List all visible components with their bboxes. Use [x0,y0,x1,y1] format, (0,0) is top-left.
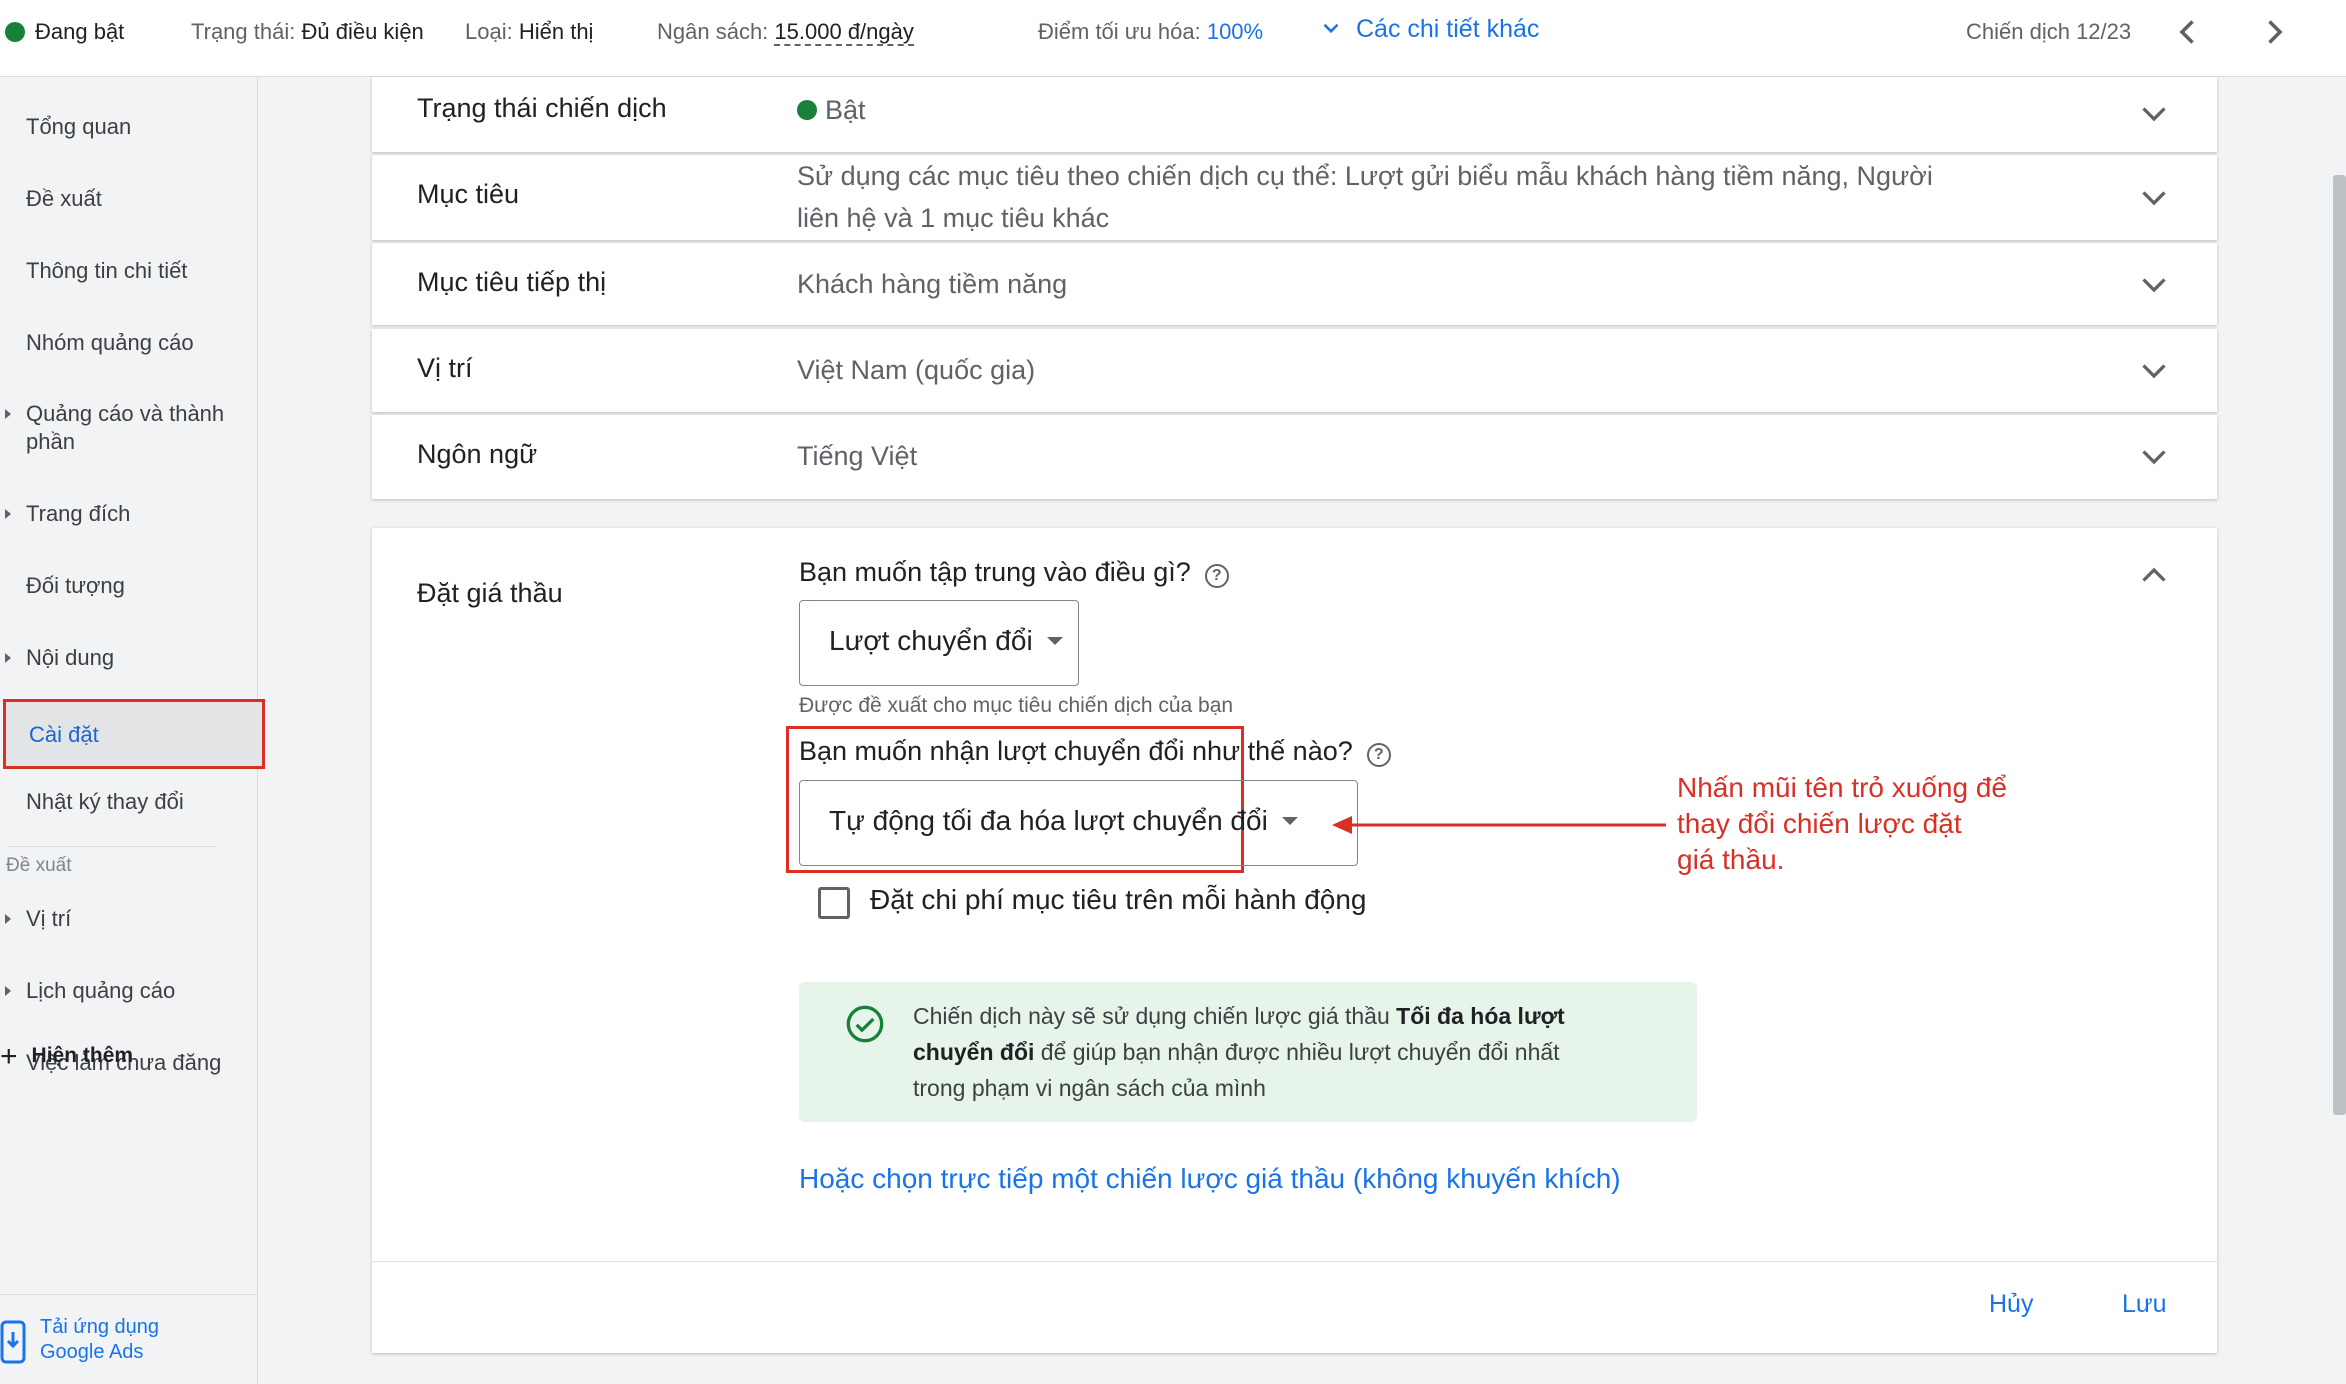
sidebar-divider [8,846,216,847]
sidebar-item-content[interactable]: Nội dung [5,644,246,672]
eligibility-status: Trạng thái: Đủ điều kiện [191,19,424,44]
check-circle-icon [846,1005,884,1043]
focus-hint: Được đề xuất cho mục tiêu chiến dịch của… [799,694,1234,717]
status-dot-icon [797,100,817,120]
chevron-down-icon[interactable] [2136,95,2172,131]
row-value: Sử dụng các mục tiêu theo chiến dịch cụ … [797,161,1933,233]
expand-caret-icon [5,409,11,419]
previous-campaign-icon[interactable] [2170,14,2206,50]
strategy-info-text: Chiến dịch này sẽ sử dụng chiến lược giá… [913,1003,1565,1101]
campaign-type: Loại: Hiển thị [465,19,594,44]
expand-caret-icon [5,509,11,519]
row-value: Bật [797,89,866,131]
help-icon[interactable]: ? [1366,743,1391,767]
row-value: Việt Nam (quốc gia) [797,355,1036,385]
cancel-button[interactable]: Hủy [1989,1290,2033,1319]
location-row[interactable]: Vị trí Việt Nam (quốc gia) [372,329,2217,412]
chevron-down-icon[interactable] [2136,179,2172,215]
expand-caret-icon [5,653,11,663]
campaign-header-bar: Đang bật Trạng thái: Đủ điều kiện Loại: … [0,0,2346,77]
sidebar-section-label: Đề xuất [6,855,72,876]
goals-row[interactable]: Mục tiêu Sử dụng các mục tiêu theo chiến… [372,155,2217,240]
strategy-info-box: Chiến dịch này sẽ sử dụng chiến lược giá… [799,982,1697,1122]
next-campaign-icon[interactable] [2256,14,2292,50]
more-details-toggle[interactable]: Các chi tiết khác [1318,15,1539,44]
focus-question: Bạn muốn tập trung vào điều gì?? [799,557,1229,588]
sidebar-item-placements[interactable]: Vị trí [5,905,246,933]
help-icon[interactable]: ? [1204,564,1229,588]
row-label: Mục tiêu tiếp thị [417,267,607,297]
campaign-pager: Chiến dịch 12/23 [1966,19,2132,44]
marketing-objective-row[interactable]: Mục tiêu tiếp thị Khách hàng tiềm năng [372,243,2217,325]
save-button[interactable]: Lưu [2122,1290,2167,1319]
bidding-panel: Đặt giá thầu Bạn muốn tập trung vào điều… [372,528,2217,1353]
bidding-label: Đặt giá thầu [417,578,563,608]
conversion-method-question: Bạn muốn nhận lượt chuyển đổi như thế nà… [799,736,1391,767]
campaign-budget[interactable]: Ngân sách: 15.000 đ/ngày [657,18,914,46]
campaign-status[interactable]: Đang bật [5,18,124,46]
row-label: Vị trí [417,353,473,383]
sidebar-item-settings[interactable]: Cài đặt [3,699,265,769]
sidebar-item-overview[interactable]: Tổng quan [26,113,246,141]
expand-caret-icon [5,914,11,924]
sidebar-item-ad-schedule[interactable]: Lịch quảng cáo [5,977,246,1005]
page-scrollbar[interactable] [2333,175,2346,1115]
bid-strategy-select[interactable]: Tự động tối đa hóa lượt chuyển đổi [799,780,1358,866]
optimization-score[interactable]: Điểm tối ưu hóa: 100% [1038,18,1263,46]
target-cpa-checkbox[interactable] [818,887,850,919]
sidebar-item-ads-assets[interactable]: Quảng cáo và thành phần [5,400,246,456]
chevron-down-icon[interactable] [2136,266,2172,302]
sidebar-item-insights[interactable]: Thông tin chi tiết [26,257,246,285]
expand-caret-icon [5,986,11,996]
row-label: Mục tiêu [417,179,520,209]
dropdown-arrow-icon[interactable] [1281,817,1298,825]
download-app-link[interactable]: Tải ứng dụng Google Ads [40,1315,159,1365]
panel-footer-divider [372,1261,2217,1262]
campaign-status-row[interactable]: Trạng thái chiến dịch Bật [372,77,2217,152]
sidebar-item-audiences[interactable]: Đối tượng [26,572,246,600]
focus-select[interactable]: Lượt chuyển đổi [799,600,1079,686]
row-label: Trạng thái chiến dịch [417,93,667,123]
sidebar-item-change-history[interactable]: Nhật ký thay đổi [26,788,246,816]
sidebar-footer-divider [0,1294,258,1295]
status-dot-icon [5,22,25,42]
sidebar: Tổng quan Đề xuất Thông tin chi tiết Nhó… [0,77,265,1384]
target-cpa-label[interactable]: Đặt chi phí mục tiêu trên mỗi hành động [870,884,1367,916]
sidebar-item-recommendations[interactable]: Đề xuất [26,185,246,213]
language-row[interactable]: Ngôn ngữ Tiếng Việt [372,415,2217,499]
annotation-note: Nhấn mũi tên trỏ xuống để thay đổi chiến… [1677,772,2007,875]
chevron-down-icon [1323,23,1339,34]
dropdown-arrow-icon [1046,637,1063,645]
choose-strategy-directly-link[interactable]: Hoặc chọn trực tiếp một chiến lược giá t… [799,1163,1621,1195]
show-more-button[interactable]: + Hiện thêm [0,1040,133,1074]
sidebar-item-landing-pages[interactable]: Trang đích [5,500,246,528]
chevron-down-icon[interactable] [2136,352,2172,388]
row-value: Tiếng Việt [797,441,918,471]
row-label: Ngôn ngữ [417,439,538,469]
sidebar-item-ad-groups[interactable]: Nhóm quảng cáo [26,329,246,357]
plus-icon: + [0,1040,18,1073]
chevron-up-icon[interactable] [2136,558,2172,594]
chevron-down-icon[interactable] [2136,438,2172,474]
annotation-arrow-icon [1332,816,1666,834]
row-value: Khách hàng tiềm năng [797,269,1068,299]
mobile-app-icon [0,1320,26,1364]
